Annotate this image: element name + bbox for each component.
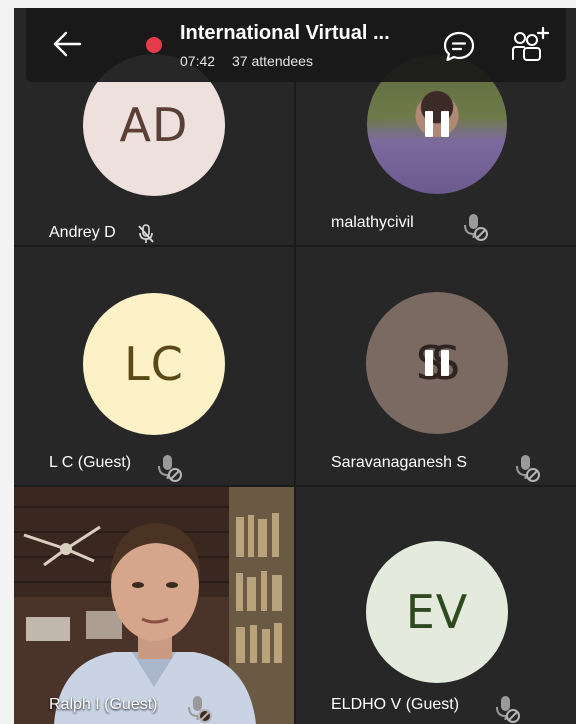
mic-off-icon [138,224,154,243]
pause-icon [425,350,449,376]
meeting-stage: AD Andrey D malathycivil LC L C (Guest) [14,8,576,724]
participant-tile-lc[interactable]: LC L C (Guest) [14,247,294,485]
mic-off-icon [188,696,212,723]
participant-tile-saravanaganesh[interactable]: SS Saravanaganesh S [296,247,576,485]
recording-dot-icon [146,37,162,53]
participant-name: Ralph I (Guest) [49,696,158,713]
meeting-header: International Virtual ... 07:42 37 atten… [26,8,566,82]
mic-off-icon [158,455,182,482]
people-add-icon[interactable] [510,26,550,64]
attendee-count: 37 attendees [232,53,313,69]
arrow-left-icon[interactable] [52,30,82,58]
avatar-initials: EV [405,585,469,639]
avatar: LC [83,293,225,435]
meeting-duration: 07:42 [180,53,216,69]
participant-name: L C (Guest) [49,454,132,471]
participant-name: malathycivil [331,214,414,231]
meeting-title: International Virtual ... [180,22,390,44]
participant-tile-ralph[interactable]: Ralph I (Guest) [14,487,294,724]
participant-name: Saravanaganesh S [331,454,468,471]
mic-off-icon [464,214,488,241]
chat-bubble-icon[interactable] [442,30,476,64]
mic-off-icon [496,696,520,723]
participant-name: ELDHO V (Guest) [331,696,460,713]
participant-name: Andrey D [49,224,116,241]
participant-video [14,487,294,724]
avatar-initials: AD [119,98,189,152]
mic-off-icon [516,455,540,482]
pause-icon [425,111,449,137]
avatar-initials: LC [124,337,184,391]
avatar: EV [366,541,508,683]
participant-tile-eldho[interactable]: EV ELDHO V (Guest) [296,487,576,724]
avatar: SS [366,292,508,434]
